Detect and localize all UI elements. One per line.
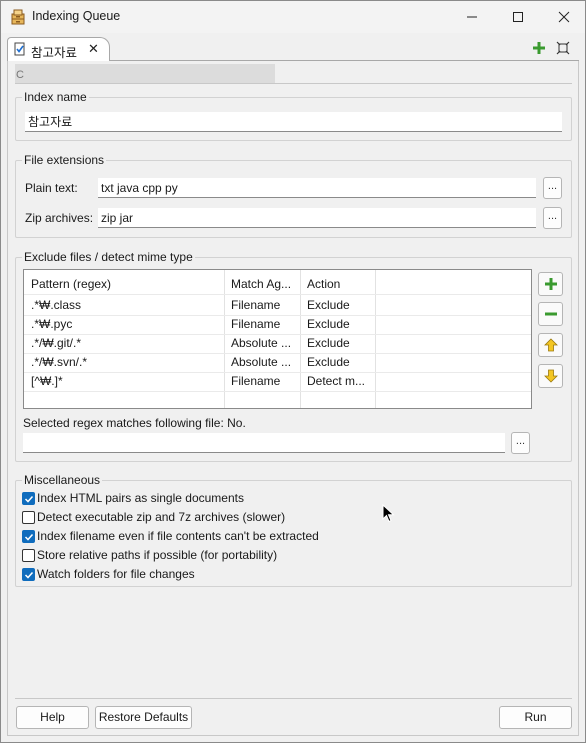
minimize-icon (467, 16, 477, 18)
exclude-table: Pattern (regex) Match Ag... Action .*₩.c… (23, 269, 532, 409)
regex-test-file-browse-button[interactable]: ... (511, 432, 530, 454)
action-cell: Exclude (307, 298, 350, 312)
index-filename-checkbox[interactable] (22, 530, 35, 543)
move-down-button[interactable] (538, 364, 563, 388)
store-relative-paths-label[interactable]: Store relative paths if possible (for po… (37, 548, 277, 562)
exclude-group-label: Exclude files / detect mime type (22, 250, 195, 264)
restore-defaults-button[interactable]: Restore Defaults (95, 706, 192, 729)
run-button[interactable]: Run (499, 706, 572, 729)
mouse-cursor-icon (382, 504, 395, 523)
close-button[interactable] (541, 1, 586, 33)
move-up-button[interactable] (538, 333, 563, 357)
column-header-pattern[interactable]: Pattern (regex) (25, 275, 224, 293)
index-filename-label[interactable]: Index filename even if file contents can… (37, 529, 319, 543)
action-cell: Exclude (307, 336, 350, 350)
watch-folders-checkbox[interactable] (22, 568, 35, 581)
detect-executable-zip-label[interactable]: Detect executable zip and 7z archives (s… (37, 510, 285, 524)
path-bar (15, 64, 275, 83)
header-divider (24, 294, 531, 295)
arrow-down-icon (544, 369, 558, 383)
plain-text-browse-button[interactable]: ... (543, 177, 562, 199)
maximize-icon (513, 12, 523, 22)
zip-archives-input[interactable] (98, 208, 536, 228)
maximize-button[interactable] (495, 1, 541, 33)
regex-test-file-input[interactable] (23, 433, 505, 453)
plus-icon (545, 278, 557, 290)
help-button[interactable]: Help (16, 706, 89, 729)
action-cell: Exclude (307, 355, 350, 369)
action-cell: Exclude (307, 317, 350, 331)
tab-close-icon[interactable]: ✕ (88, 41, 99, 57)
miscellaneous-group-label: Miscellaneous (22, 473, 103, 487)
store-relative-paths-checkbox[interactable] (22, 549, 35, 562)
watch-folders-label[interactable]: Watch folders for file changes (37, 567, 195, 581)
divider (15, 83, 572, 84)
match-cell: Filename (231, 374, 281, 388)
remove-pattern-button[interactable] (538, 302, 563, 326)
index-html-pairs-checkbox[interactable] (22, 492, 35, 505)
column-separator (375, 270, 376, 408)
minus-icon (545, 312, 557, 316)
index-name-input[interactable] (25, 112, 562, 132)
tab-bar: 참고자료 ✕ (7, 37, 579, 61)
index-name-group-label: Index name (22, 90, 89, 104)
regex-match-status: Selected regex matches following file: N… (23, 416, 246, 430)
file-extensions-group-label: File extensions (22, 153, 107, 167)
check-icon (24, 495, 34, 503)
index-html-pairs-label[interactable]: Index HTML pairs as single documents (37, 491, 244, 505)
divider (15, 698, 572, 699)
column-header-action[interactable]: Action (301, 275, 375, 293)
zip-archives-browse-button[interactable]: ... (543, 207, 562, 229)
action-cell: Detect m... (307, 374, 366, 388)
match-cell: Filename (231, 317, 281, 331)
plain-text-input[interactable] (98, 178, 536, 198)
pattern-cell: .*/₩.svn/.* (31, 355, 88, 369)
add-pattern-button[interactable] (538, 272, 563, 296)
match-cell: Filename (231, 298, 281, 312)
plain-text-label: Plain text: (25, 181, 78, 195)
close-icon (558, 11, 570, 23)
zip-archives-label: Zip archives: (25, 211, 94, 225)
pattern-cell: .*₩.pyc (31, 317, 73, 331)
row-divider (24, 391, 531, 392)
cabinet-icon (11, 9, 25, 25)
maximize-view-icon[interactable] (556, 41, 570, 55)
match-cell: Absolute ... (231, 336, 292, 350)
check-icon (24, 533, 34, 541)
plus-icon[interactable] (532, 41, 546, 55)
match-cell: Absolute ... (231, 355, 292, 369)
minimize-button[interactable] (449, 1, 495, 33)
tab-index[interactable]: 참고자료 ✕ (7, 37, 110, 61)
check-icon (24, 571, 34, 579)
path-text: C (16, 69, 24, 81)
pattern-cell: .*₩.class (31, 298, 82, 312)
title-bar: Indexing Queue (1, 1, 585, 33)
index-doc-icon (14, 42, 25, 56)
arrow-up-icon (544, 338, 558, 352)
tab-label: 참고자료 (31, 46, 78, 60)
indexing-queue-window: Indexing Queue 참고자료 ✕ C Index name 참고자료 … (0, 0, 586, 743)
window-title: Indexing Queue (32, 9, 121, 23)
pattern-cell: [^₩.]* (31, 374, 63, 388)
column-header-match-against[interactable]: Match Ag... (225, 275, 300, 293)
detect-executable-zip-checkbox[interactable] (22, 511, 35, 524)
pattern-cell: .*/₩.git/.* (31, 336, 82, 350)
